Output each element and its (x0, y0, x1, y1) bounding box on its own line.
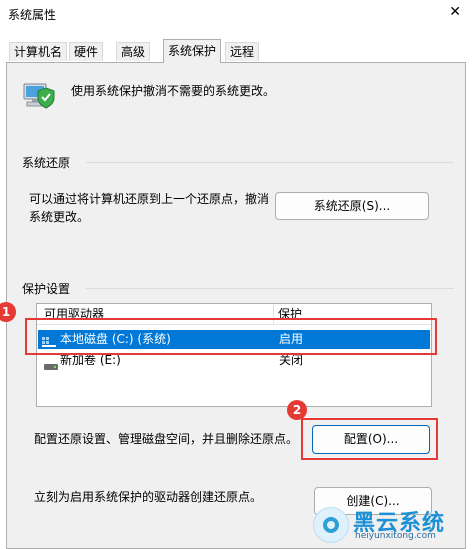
column-header-protection[interactable]: 保护 (278, 304, 302, 324)
intro-text: 使用系统保护撤消不需要的系统更改。 (71, 84, 276, 98)
drive-name-e: 新加卷 (E:) (60, 353, 121, 367)
watermark-logo: 黑云系统 heiyunxitong.com (313, 505, 461, 543)
restore-description-1: 可以通过将计算机还原到上一个还原点，撤消 (29, 192, 270, 206)
system-drive-icon (42, 334, 56, 347)
drive-name-c: 本地磁盘 (C:) (系统) (60, 332, 171, 346)
tab-advanced[interactable]: 高级 (116, 42, 151, 61)
restore-description-2: 系统更改。 (29, 210, 90, 224)
protection-divider (86, 288, 454, 289)
drive-status-e: 关闭 (279, 353, 304, 367)
close-icon[interactable]: ✕ (449, 4, 461, 20)
create-text: 立刻为启用系统保护的驱动器创建还原点。 (34, 490, 263, 504)
annotation-badge-2: 2 (287, 400, 307, 420)
watermark-circle-icon (313, 507, 349, 543)
tab-remote[interactable]: 远程 (225, 42, 260, 61)
window-title: 系统属性 (8, 8, 57, 22)
drive-row-c[interactable]: 本地磁盘 (C:) (系统) 启用 (38, 330, 430, 349)
computer-shield-icon (22, 80, 56, 112)
column-header-drive[interactable]: 可用驱动器 (44, 304, 104, 324)
drive-icon (44, 357, 58, 370)
tab-system-protection[interactable]: 系统保护 (163, 39, 222, 63)
tab-computer-name[interactable]: 计算机名 (9, 42, 68, 61)
header-divider (37, 324, 431, 325)
watermark-url: heiyunxitong.com (355, 531, 436, 541)
configure-button[interactable]: 配置(O)... (312, 425, 430, 454)
configure-text: 配置还原设置、管理磁盘空间，并且删除还原点。 (34, 432, 299, 446)
system-restore-button[interactable]: 系统还原(S)... (275, 192, 429, 220)
protection-heading: 保护设置 (22, 282, 71, 296)
column-separator (273, 304, 274, 324)
restore-divider (86, 162, 454, 163)
drive-row-e[interactable]: 新加卷 (E:) 关闭 (38, 351, 430, 370)
drive-list[interactable]: 可用驱动器 保护 本地磁盘 (C:) (系统) 启用 新加卷 (E:) 关闭 (36, 303, 432, 407)
drive-status-c: 启用 (279, 332, 304, 346)
tab-hardware[interactable]: 硬件 (69, 42, 104, 61)
restore-heading: 系统还原 (22, 156, 71, 170)
